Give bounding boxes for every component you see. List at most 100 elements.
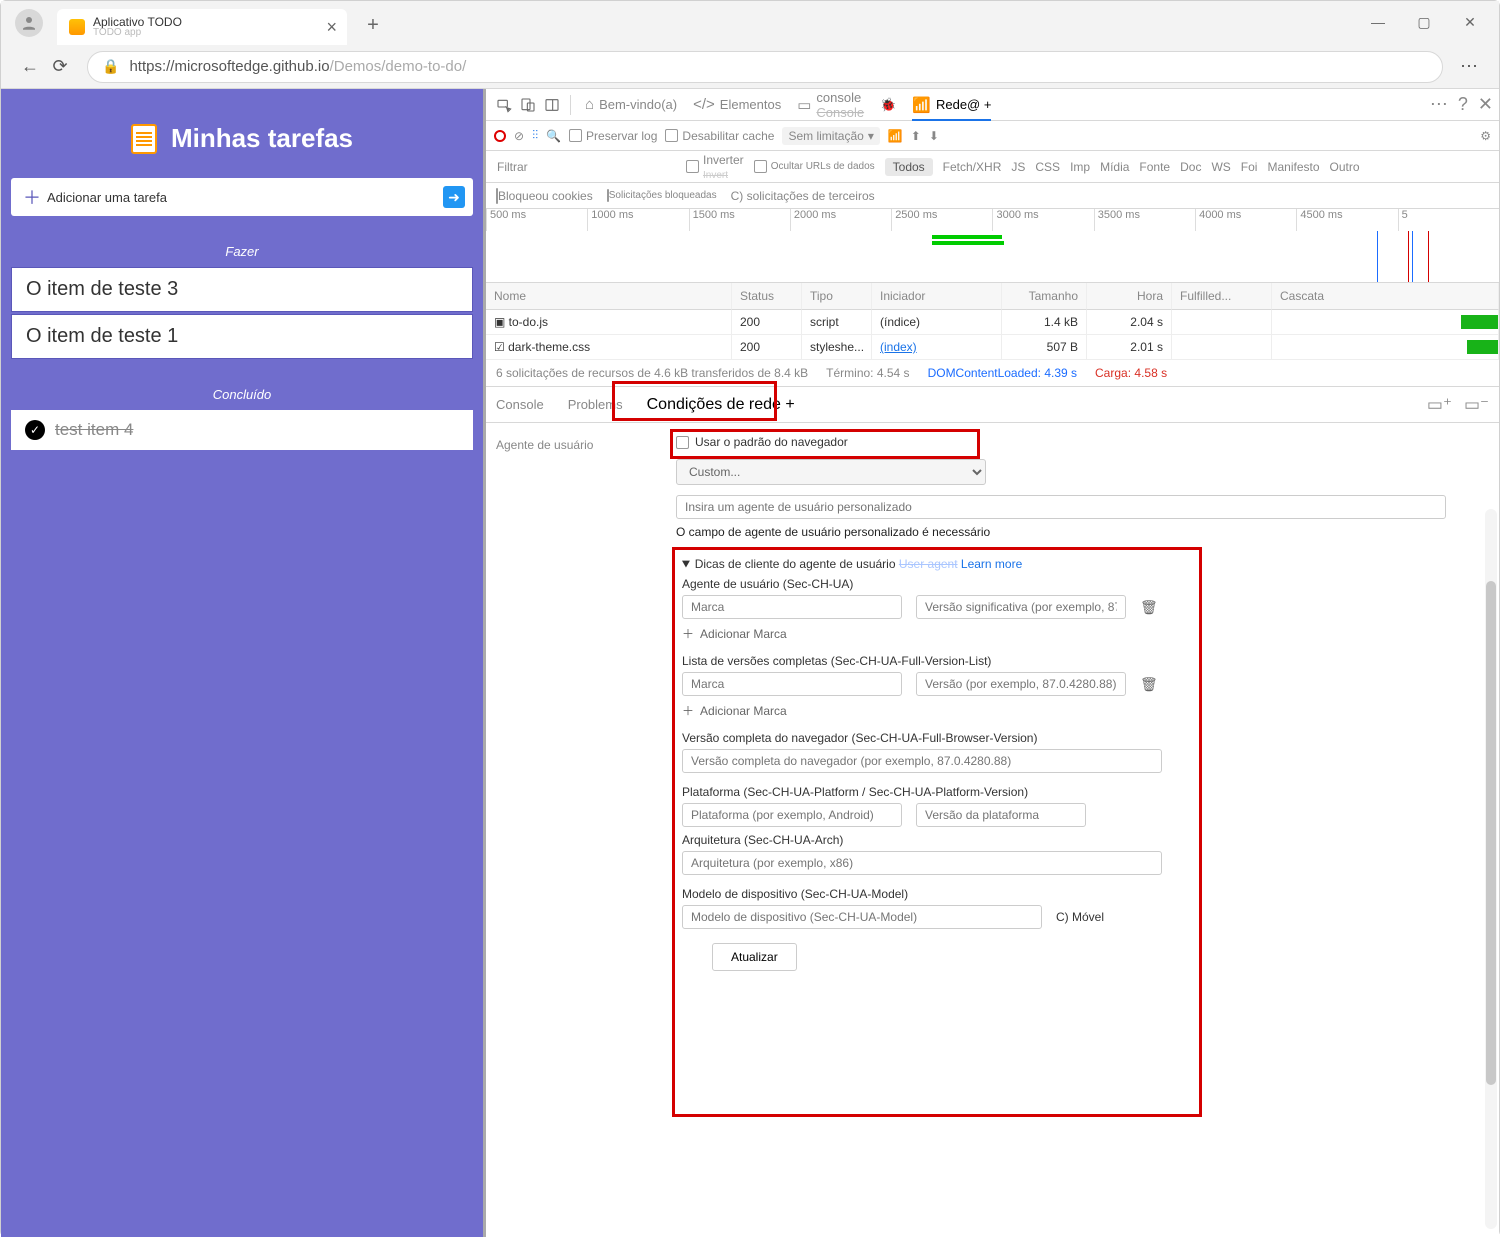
tab-debugger-icon[interactable]: 🐞 xyxy=(880,97,896,113)
window-minimize-button[interactable]: — xyxy=(1355,7,1401,37)
network-timeline[interactable]: 500 ms 1000 ms 1500 ms 2000 ms 2500 ms 3… xyxy=(486,209,1499,283)
net-row-name[interactable]: ☑ dark-theme.css xyxy=(486,335,732,360)
update-button[interactable]: Atualizar xyxy=(712,943,797,971)
done-task-item[interactable]: ✓ test item 4 xyxy=(11,410,473,450)
clear-log-icon[interactable]: ⊘ xyxy=(514,129,524,143)
drawer-scrollbar[interactable] xyxy=(1485,509,1497,1229)
tab-welcome[interactable]: ⌂Bem-vindo(a) xyxy=(585,96,677,113)
third-party-checkbox[interactable]: C) solicitações de terceiros xyxy=(731,189,875,203)
ua-custom-input[interactable] xyxy=(676,495,1446,519)
col-fulfilled[interactable]: Fulfilled... xyxy=(1172,283,1272,310)
col-status[interactable]: Status xyxy=(732,283,802,310)
ua-default-checkbox[interactable]: Usar o padrão do navegador xyxy=(676,435,1456,449)
ua-custom-error: O campo de agente de usuário personaliza… xyxy=(676,525,1456,539)
filter-doc[interactable]: Doc xyxy=(1180,160,1201,174)
browser-menu-button[interactable]: ⋯ xyxy=(1455,52,1485,82)
add-brand-button[interactable]: ＋ Adicionar Marca xyxy=(682,702,1450,719)
filter-all[interactable]: Todos xyxy=(885,158,933,176)
preserve-log-checkbox[interactable]: Preservar log xyxy=(569,129,657,143)
filter-ws[interactable]: WS xyxy=(1211,160,1230,174)
filter-manifest[interactable]: Manifesto xyxy=(1267,160,1319,174)
net-row-type: script xyxy=(802,310,872,335)
trash-icon[interactable]: 🗑 xyxy=(1140,599,1158,616)
tab-console[interactable]: ▭consoleConsole xyxy=(797,90,864,120)
col-initiator[interactable]: Iniciador xyxy=(872,283,1002,310)
search-icon[interactable]: 🔍 xyxy=(546,129,561,143)
window-maximize-button[interactable]: ▢ xyxy=(1401,7,1447,37)
col-type[interactable]: Tipo xyxy=(802,283,872,310)
browser-tab[interactable]: Aplicativo TODO TODO app × xyxy=(57,9,347,45)
model-label: Modelo de dispositivo (Sec-CH-UA-Model) xyxy=(682,887,1450,901)
trash-icon[interactable]: 🗑 xyxy=(1140,676,1158,693)
submit-task-button[interactable]: ➜ xyxy=(443,186,465,208)
brand-input[interactable] xyxy=(682,672,902,696)
filter-toggle-icon[interactable]: ⫶⫶ xyxy=(532,128,538,143)
filter-other[interactable]: Outro xyxy=(1330,160,1360,174)
task-item[interactable]: O item de teste 1 xyxy=(11,314,473,359)
client-hints-details[interactable]: Dicas de cliente do agente de usuário Us… xyxy=(682,557,1450,971)
add-brand-button[interactable]: ＋ Adicionar Marca xyxy=(682,625,1450,642)
filter-css[interactable]: CSS xyxy=(1035,160,1060,174)
devtools-more-icon[interactable]: ⋯ xyxy=(1430,94,1448,115)
new-tab-button[interactable]: + xyxy=(359,11,387,39)
brand-input[interactable] xyxy=(682,595,902,619)
col-name[interactable]: Nome xyxy=(486,283,732,310)
window-close-button[interactable]: ✕ xyxy=(1447,7,1493,37)
add-task-input[interactable]: ＋ Adicionar uma tarefa ➜ xyxy=(11,178,473,216)
plus-icon: ＋ xyxy=(23,184,41,210)
hide-data-urls-checkbox[interactable]: Ocultar URLs de dados xyxy=(754,160,875,173)
device-toggle-icon[interactable] xyxy=(516,93,540,117)
net-row-name[interactable]: ▣ to-do.js xyxy=(486,310,732,335)
tab-network[interactable]: 📶Rede @ + xyxy=(912,89,991,121)
filter-fetchxhr[interactable]: Fetch/XHR xyxy=(943,160,1002,174)
filter-img[interactable]: Imp xyxy=(1070,160,1090,174)
close-tab-icon[interactable]: × xyxy=(326,17,337,38)
filter-media[interactable]: Mídia xyxy=(1100,160,1129,174)
filter-wasm[interactable]: Foi xyxy=(1241,160,1258,174)
dock-side-icon[interactable] xyxy=(540,93,564,117)
disable-cache-checkbox[interactable]: Desabilitar cache xyxy=(665,129,774,143)
filter-font[interactable]: Fonte xyxy=(1139,160,1170,174)
filter-js[interactable]: JS xyxy=(1011,160,1025,174)
task-item[interactable]: O item de teste 3 xyxy=(11,267,473,312)
nav-back-button[interactable]: ← xyxy=(15,52,45,82)
throttling-select[interactable]: Sem limitação ▾ xyxy=(782,127,879,145)
devtools-close-icon[interactable]: ✕ xyxy=(1478,94,1493,115)
version-input[interactable] xyxy=(916,672,1126,696)
ua-preset-select[interactable]: Custom... xyxy=(676,459,986,485)
platform-input[interactable] xyxy=(682,803,902,827)
arch-input[interactable] xyxy=(682,851,1162,875)
filter-input[interactable]: Filtrar xyxy=(496,159,676,175)
network-conditions-drawer: Agente de usuário Usar o padrão do naveg… xyxy=(486,423,1499,1237)
model-input[interactable] xyxy=(682,905,1042,929)
record-button-icon[interactable] xyxy=(494,130,506,142)
blocked-requests-checkbox[interactable]: Solicitações bloqueadas xyxy=(607,190,717,201)
network-conditions-icon[interactable]: 📶 xyxy=(888,129,903,143)
blocked-cookies-checkbox[interactable]: Bloqueou cookies xyxy=(496,189,593,203)
invert-checkbox[interactable]: InverterInvert xyxy=(686,153,744,181)
nav-refresh-button[interactable]: ⟳ xyxy=(45,52,75,82)
export-icon[interactable]: ⬇ xyxy=(929,129,939,143)
client-hints-learn-more-link[interactable]: Learn more xyxy=(961,557,1022,571)
import-icon[interactable]: ⬆ xyxy=(911,129,921,143)
col-waterfall[interactable]: Cascata xyxy=(1272,283,1499,310)
address-bar[interactable]: 🔒 https://microsoftedge.github.io/Demos/… xyxy=(87,51,1443,83)
network-settings-icon[interactable]: ⚙ xyxy=(1480,129,1491,143)
col-size[interactable]: Tamanho xyxy=(1002,283,1087,310)
col-time[interactable]: Hora xyxy=(1087,283,1172,310)
profile-avatar[interactable] xyxy=(15,9,43,37)
tab-elements[interactable]: </>Elementos xyxy=(693,96,781,113)
net-row-initiator[interactable]: (index) xyxy=(872,335,1002,360)
platform-version-input[interactable] xyxy=(916,803,1086,827)
net-row-initiator[interactable]: (índice) xyxy=(872,310,1002,335)
mobile-checkbox-label[interactable]: C) Móvel xyxy=(1056,910,1104,924)
devtools-help-icon[interactable]: ? xyxy=(1458,94,1468,115)
significant-version-input[interactable] xyxy=(916,595,1126,619)
inspect-element-icon[interactable] xyxy=(492,93,516,117)
drawer-tab-network-conditions[interactable]: Condições de rede + xyxy=(647,396,795,414)
drawer-collapse-icon[interactable]: ▭⁺ xyxy=(1427,395,1452,415)
drawer-expand-icon[interactable]: ▭⁻ xyxy=(1464,395,1489,415)
drawer-tab-console[interactable]: Console xyxy=(496,397,544,412)
drawer-tab-problems[interactable]: Problems xyxy=(568,397,623,412)
full-browser-version-input[interactable] xyxy=(682,749,1162,773)
